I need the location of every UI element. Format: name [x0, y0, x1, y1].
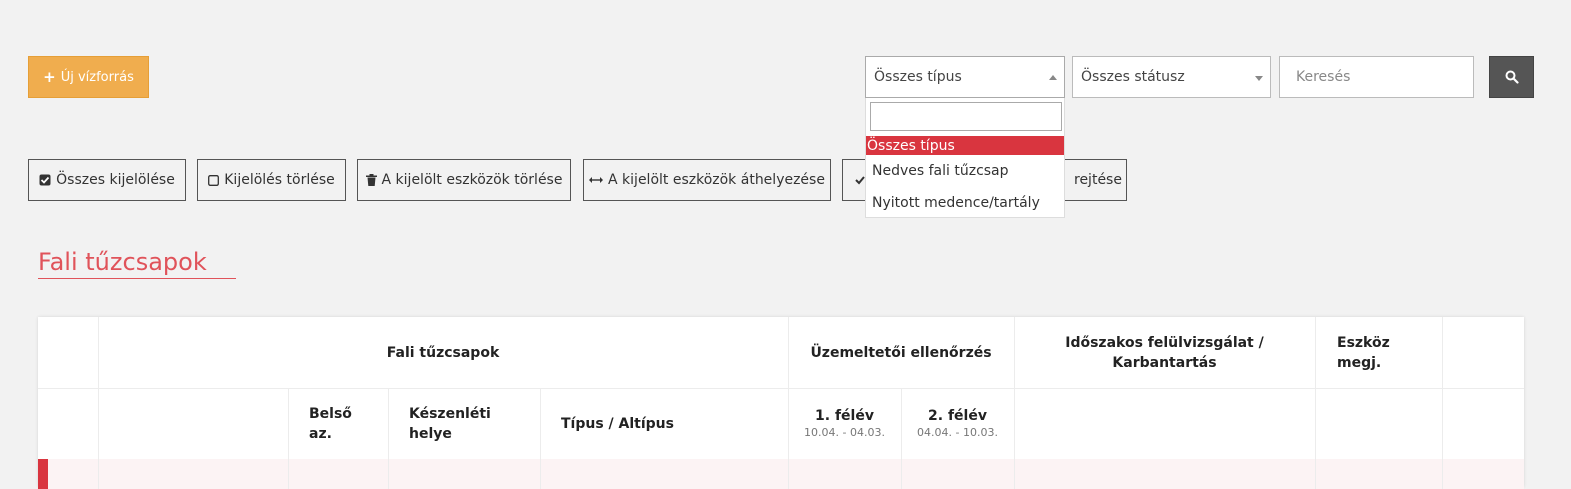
header-periodic-line1: Időszakos felülvizsgálat /	[1065, 335, 1264, 351]
caret-up-icon	[1049, 75, 1057, 80]
col-standby-line2: helye	[409, 426, 452, 442]
table-row[interactable]	[38, 459, 1524, 489]
header-operator-check: Üzemeltetői ellenőrzés	[810, 345, 992, 361]
status-filter-select[interactable]: Összes státusz	[1072, 56, 1271, 98]
column-divider	[1315, 317, 1316, 489]
header-device-note-line1: Eszköz	[1337, 335, 1390, 351]
plus-icon: +	[43, 68, 56, 86]
deselect-button[interactable]: Kijelölés törlése	[197, 159, 346, 201]
col-standby-location[interactable]: Készenléti helye	[409, 404, 529, 444]
header-periodic-line2: Karbantartás	[1112, 355, 1217, 371]
col-half1[interactable]: 1. félév 10.04. - 04.03.	[788, 406, 901, 440]
checked-box-icon	[39, 174, 51, 186]
trash-icon	[365, 174, 377, 186]
empty-box-icon	[208, 174, 220, 186]
column-divider	[288, 388, 289, 489]
col-internal-id-line1: Belső	[309, 406, 352, 422]
deselect-label: Kijelölés törlése	[224, 172, 335, 188]
hide-selected-label: rejtése	[1074, 172, 1122, 188]
hydrant-table: Fali tűzcsapok Üzemeltetői ellenőrzés Id…	[38, 317, 1524, 489]
row-status-marker	[38, 459, 48, 489]
search-input[interactable]: Keresés	[1279, 56, 1474, 98]
select-all-button[interactable]: Összes kijelölése	[28, 159, 186, 201]
header-device-note-line2: megj.	[1337, 355, 1382, 371]
status-filter-value: Összes státusz	[1081, 69, 1185, 85]
dropdown-option-wet-wall-hydrant[interactable]: Nedves fali tűzcsap	[866, 158, 1064, 184]
move-selected-label: A kijelölt eszközök áthelyezése	[608, 172, 825, 188]
type-dropdown: Összes típus Nedves fali tűzcsap Nyitott…	[865, 98, 1065, 218]
move-selected-button[interactable]: A kijelölt eszközök áthelyezése	[583, 159, 831, 201]
select-all-label: Összes kijelölése	[56, 172, 175, 188]
search-placeholder: Keresés	[1296, 69, 1351, 85]
col-half1-range: 10.04. - 04.03.	[804, 426, 885, 439]
col-half2[interactable]: 2. félév 04.04. - 10.03.	[901, 406, 1014, 440]
horizontal-arrows-icon	[589, 177, 604, 183]
dropdown-search-input[interactable]	[870, 102, 1062, 131]
dropdown-option-open-pool-tank[interactable]: Nyitott medence/tartály	[866, 190, 1064, 216]
header-periodic: Időszakos felülvizsgálat / Karbantartás	[1014, 333, 1315, 373]
column-divider	[540, 388, 541, 489]
new-water-source-label: Új vízforrás	[60, 69, 134, 85]
delete-selected-button[interactable]: A kijelölt eszközök törlése	[357, 159, 571, 201]
col-half2-range: 04.04. - 10.03.	[917, 426, 998, 439]
dropdown-option-all-types[interactable]: Összes típus	[866, 136, 1064, 155]
header-main: Fali tűzcsapok	[386, 345, 500, 361]
column-divider	[388, 388, 389, 489]
delete-selected-label: A kijelölt eszközök törlése	[381, 172, 563, 188]
col-standby-line1: Készenléti	[409, 406, 491, 422]
search-button[interactable]	[1489, 56, 1534, 98]
header-divider	[38, 388, 1524, 389]
column-divider	[1442, 317, 1443, 489]
col-internal-id-line2: az.	[309, 426, 332, 442]
col-half2-label: 2. félév	[928, 408, 987, 424]
type-filter-select[interactable]: Összes típus	[865, 56, 1065, 98]
new-water-source-button[interactable]: + Új vízforrás	[28, 56, 149, 98]
search-icon	[1505, 70, 1519, 84]
col-internal-id[interactable]: Belső az.	[309, 404, 379, 444]
check-icon	[855, 176, 865, 185]
caret-down-icon	[1255, 76, 1263, 81]
col-half1-label: 1. félév	[815, 408, 874, 424]
col-type-subtype[interactable]: Típus / Altípus	[561, 414, 761, 434]
section-title[interactable]: Fali tűzcsapok	[38, 248, 236, 279]
type-filter-value: Összes típus	[874, 69, 962, 85]
header-device-note: Eszköz megj.	[1337, 333, 1437, 373]
